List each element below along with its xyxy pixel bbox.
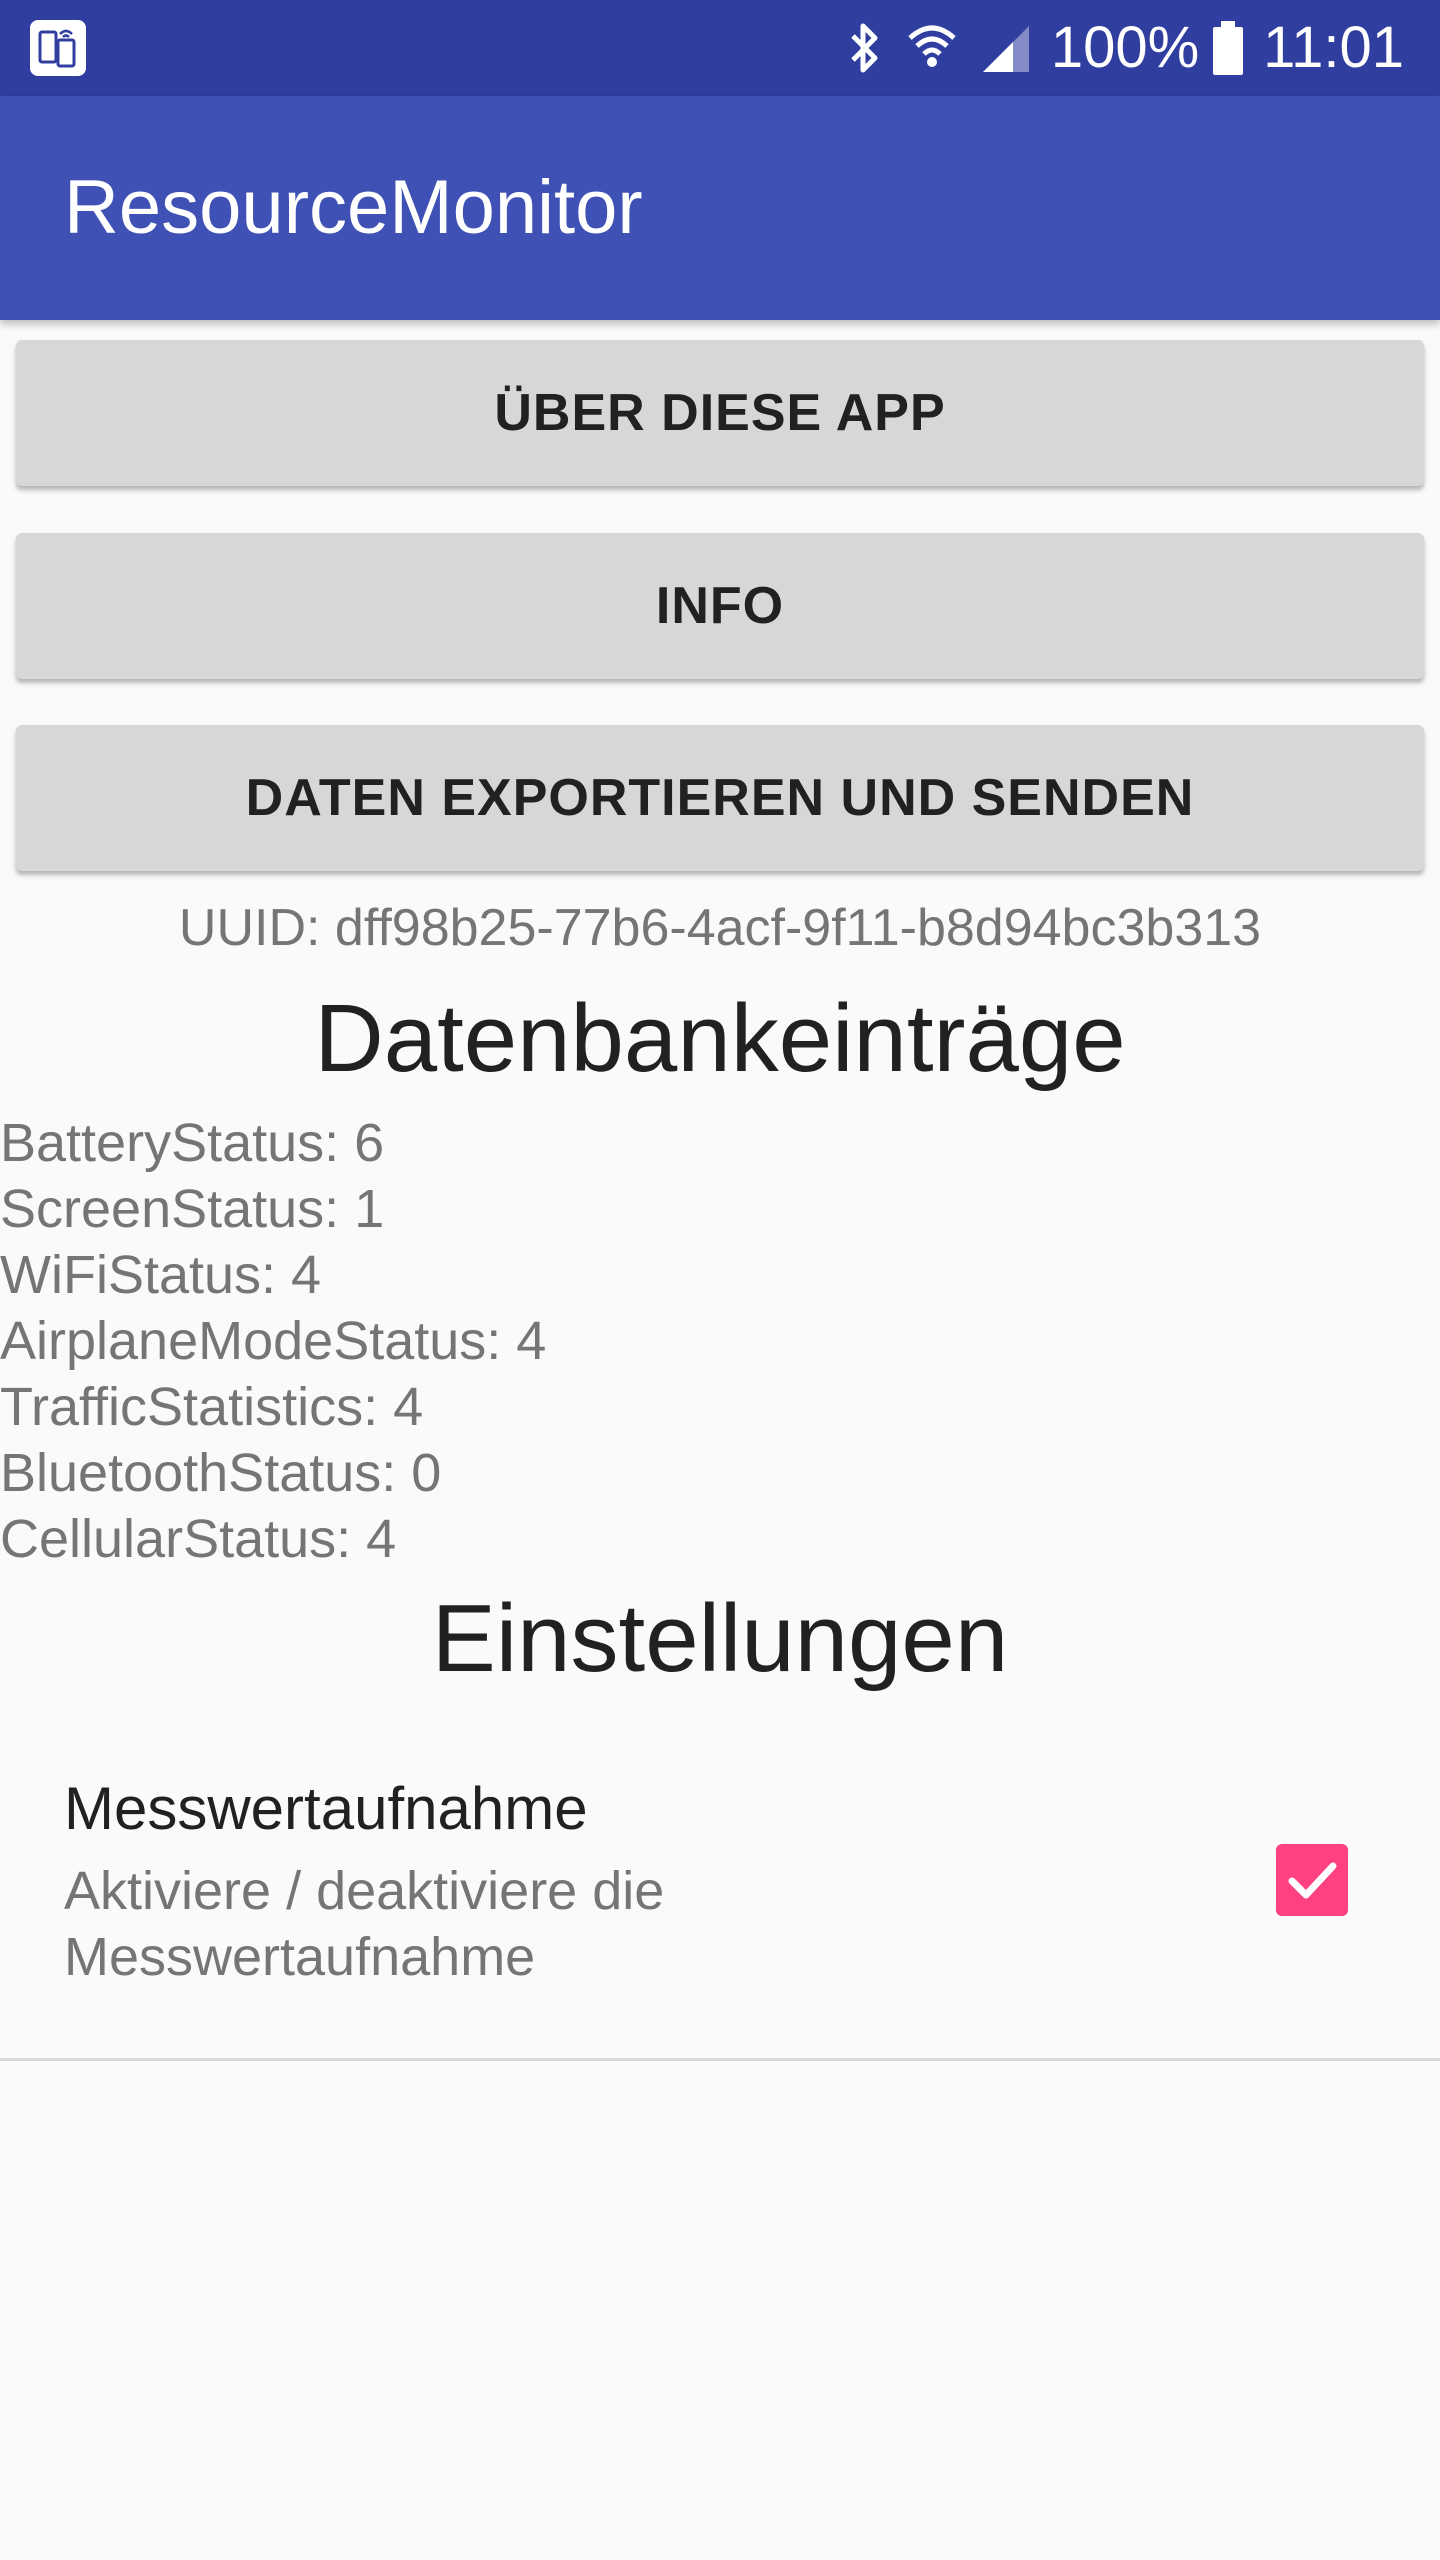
measurement-checkbox[interactable]: [1276, 1844, 1348, 1916]
db-entry-battery: BatteryStatus: 6: [0, 1113, 385, 1173]
app-bar: ResourceMonitor: [0, 96, 1440, 320]
db-entry-airplane: AirplaneModeStatus: 4: [0, 1311, 547, 1371]
db-entry-screen: ScreenStatus: 1: [0, 1179, 385, 1239]
settings-heading: Einstellungen: [431, 1585, 1009, 1692]
checkmark-icon: [1288, 1862, 1337, 1899]
db-entry-bluetooth: BluetoothStatus: 0: [0, 1443, 442, 1503]
battery-icon: [1213, 21, 1244, 75]
uuid-text: UUID: dff98b25-77b6-4acf-9f11-b8d94bc3b3…: [178, 899, 1262, 957]
about-app-button[interactable]: ÜBER DIESE APP: [16, 340, 1424, 486]
app-notification-icon: [30, 20, 86, 76]
info-button[interactable]: INFO: [16, 533, 1424, 679]
db-entry-traffic: TrafficStatistics: 4: [0, 1377, 424, 1437]
bluetooth-icon: [851, 23, 878, 73]
db-entry-wifi: WiFiStatus: 4: [0, 1245, 322, 1305]
status-bar: 100% 11:01: [0, 0, 1440, 96]
database-entries-list: BatteryStatus: 6 ScreenStatus: 1 WiFiSta…: [0, 1110, 546, 1572]
status-icons: 100% 11:01: [823, 0, 1404, 96]
battery-percentage: 100%: [1050, 15, 1200, 80]
export-send-button[interactable]: DATEN EXPORTIEREN UND SENDEN: [16, 725, 1424, 871]
measurement-preference[interactable]: Messwertaufnahme Aktiviere / deaktiviere…: [0, 1750, 1440, 2060]
preference-title: Messwertaufnahme: [64, 1775, 588, 1842]
app-title: ResourceMonitor: [64, 165, 643, 250]
cellular-signal-icon: [982, 26, 1029, 72]
preference-summary: Aktiviere / deaktiviere die Messwertaufn…: [64, 1861, 665, 1987]
clock: 11:01: [1263, 15, 1404, 80]
db-entry-cellular: CellularStatus: 4: [0, 1509, 397, 1569]
database-heading: Datenbankeinträge: [314, 985, 1126, 1092]
preference-divider: [0, 2058, 1440, 2061]
wifi-icon: [908, 25, 956, 67]
